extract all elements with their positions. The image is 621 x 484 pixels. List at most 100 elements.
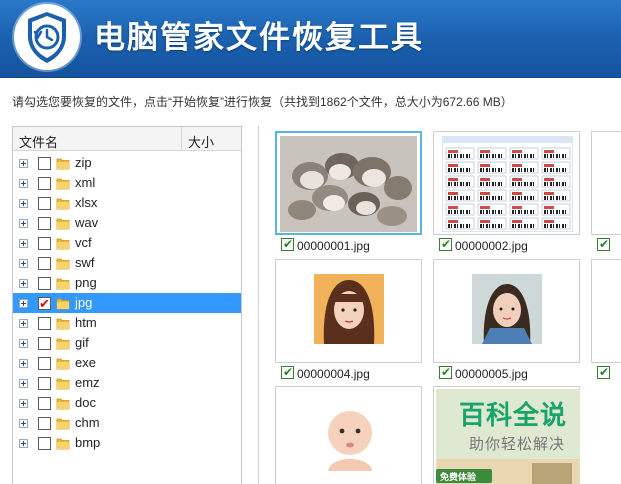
tree-item-label: xml [75,175,96,190]
folder-icon [56,338,70,350]
expand-plus-icon[interactable] [19,439,28,448]
expand-plus-icon[interactable] [19,339,28,348]
tree-item-checkbox[interactable] [38,177,51,190]
tree-item-doc[interactable]: doc [13,393,241,413]
thumbnail-card[interactable] [591,259,621,363]
tree-item-jpg[interactable]: ✔ jpg [13,293,241,313]
tree-item-label: exe [75,355,96,370]
expand-plus-icon[interactable] [19,179,28,188]
tree-item-label: chm [75,415,100,430]
checkmark-icon: ✔ [39,296,50,311]
tree-item-label: swf [75,255,95,270]
baby-photo-image [316,403,384,471]
expand-plus-icon[interactable] [19,319,28,328]
folder-icon [56,378,70,390]
expand-plus-icon[interactable] [19,199,28,208]
tree-item-label: vcf [75,235,92,250]
tree-item-label: htm [75,315,97,330]
expand-plus-icon[interactable] [19,259,28,268]
tree-item-exe[interactable]: exe [13,353,241,373]
expand-plus-icon[interactable] [19,239,28,248]
tree-item-checkbox[interactable] [38,377,51,390]
tree-item-wav[interactable]: wav [13,213,241,233]
tree-item-checkbox[interactable] [38,337,51,350]
tree-item-checkbox[interactable] [38,397,51,410]
expand-plus-icon[interactable] [19,299,28,308]
thumbnail-checkbox[interactable]: ✔ [439,366,452,379]
folder-icon [56,418,70,430]
tree-item-emz[interactable]: emz [13,373,241,393]
thumbnail-card[interactable] [275,259,422,363]
folder-icon [56,258,70,270]
folder-icon [56,398,70,410]
checkmark-icon: ✔ [283,365,294,379]
checkmark-icon: ✔ [599,237,610,251]
girl-portrait-image [472,274,542,344]
tree-item-label: emz [75,375,100,390]
tree-item-vcf[interactable]: vcf [13,233,241,253]
woman-portrait-image [314,274,384,344]
thumbnail-checkbox[interactable]: ✔ [281,238,294,251]
tree-item-checkbox[interactable] [38,217,51,230]
tree-item-checkbox[interactable] [38,197,51,210]
thumbnail-checkbox[interactable]: ✔ [597,366,610,379]
tree-item-chm[interactable]: chm [13,413,241,433]
thumbnail-checkbox[interactable]: ✔ [439,238,452,251]
folder-icon [56,318,70,330]
column-divider[interactable] [181,127,182,151]
tree-item-htm[interactable]: htm [13,313,241,333]
tree-item-checkbox[interactable] [38,157,51,170]
folder-icon [56,178,70,190]
folder-icon [56,238,70,250]
app-title: 电脑管家文件恢复工具 [94,20,424,56]
tree-item-checkbox[interactable] [38,357,51,370]
folder-icon [56,358,70,370]
tree-item-checkbox[interactable] [38,317,51,330]
tree-item-checkbox[interactable] [38,417,51,430]
expand-plus-icon[interactable] [19,279,28,288]
folder-icon [56,198,70,210]
tree-item-checkbox[interactable] [38,237,51,250]
watermark-subtitle: 助你轻松解决 [469,436,566,453]
checkmark-icon: ✔ [441,365,452,379]
tree-item-checkbox[interactable] [38,257,51,270]
tree-item-label: xlsx [75,195,98,210]
ad-free-trial-button[interactable]: 免费体验 [440,470,476,483]
tree-item-png[interactable]: png [13,273,241,293]
column-header-name[interactable]: 文件名 [19,132,58,151]
tree-item-bmp[interactable]: bmp [13,433,241,453]
tree-item-swf[interactable]: swf [13,253,241,273]
expand-plus-icon[interactable] [19,219,28,228]
tree-item-gif[interactable]: gif [13,333,241,353]
thumbnail-checkbox[interactable]: ✔ [597,238,610,251]
tree-item-checkbox[interactable] [38,277,51,290]
thumbnail-card[interactable] [591,131,621,235]
tree-item-checkbox[interactable] [38,437,51,450]
expand-plus-icon[interactable] [19,379,28,388]
folder-icon [56,218,70,230]
tree-item-label: gif [75,335,89,350]
expand-plus-icon[interactable] [19,159,28,168]
thumbnail-checkbox[interactable]: ✔ [281,366,294,379]
expand-plus-icon[interactable] [19,399,28,408]
thumbnail-filename: 00000004.jpg [297,367,370,381]
tree-item-checkbox[interactable]: ✔ [38,297,51,310]
thumbnail-card[interactable] [275,386,422,484]
tree-item-xlsx[interactable]: xlsx [13,193,241,213]
expand-plus-icon[interactable] [19,419,28,428]
instruction-text: 请勾选您要恢复的文件，点击“开始恢复”进行恢复（共找到1862个文件，总大小为6… [12,95,513,109]
checkmark-icon: ✔ [283,237,294,251]
column-header-size[interactable]: 大小 [188,132,214,151]
app-header: 电脑管家文件恢复工具 [0,0,621,78]
checkmark-icon: ✔ [599,365,610,379]
file-type-tree: 文件名 大小 zip xml xlsx wav vcf swf png ✔ jpg htm gif e… [12,126,242,484]
thumbnail-card[interactable] [433,259,580,363]
folder-icon [56,298,70,310]
tree-item-zip[interactable]: zip [13,153,241,173]
thumbnail-card[interactable] [275,131,422,235]
tree-item-xml[interactable]: xml [13,173,241,193]
expand-plus-icon[interactable] [19,359,28,368]
spreadsheet-thumbnail-image [442,136,573,232]
tree-item-label: bmp [75,435,101,450]
thumbnail-card[interactable] [433,131,580,235]
